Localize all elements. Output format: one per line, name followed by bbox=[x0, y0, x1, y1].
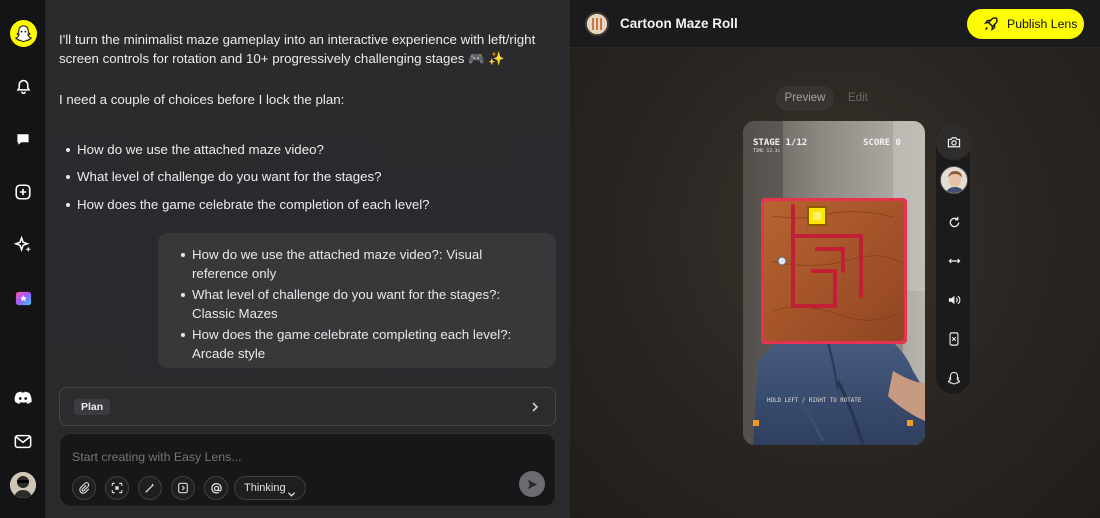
lens-studio-icon[interactable] bbox=[12, 287, 34, 309]
right-control-icon bbox=[907, 420, 913, 426]
rocket-icon bbox=[983, 16, 999, 35]
answer-1: How do we use the attached maze video?: … bbox=[174, 245, 542, 283]
question-1: How do we use the attached maze video? bbox=[59, 140, 549, 159]
tab-edit[interactable]: Edit bbox=[848, 86, 878, 111]
tab-preview[interactable]: Preview bbox=[776, 86, 834, 111]
at-icon[interactable] bbox=[204, 476, 228, 500]
snapchat-icon bbox=[947, 371, 961, 385]
thinking-dropdown[interactable]: Thinking bbox=[234, 476, 306, 500]
question-3: How does the game celebrate the completi… bbox=[59, 195, 549, 214]
preview-toolbar bbox=[935, 123, 972, 396]
hud-hint: HOLD LEFT / RIGHT TO ROTATE bbox=[767, 398, 862, 404]
plan-card[interactable]: Plan bbox=[59, 387, 556, 426]
scan-icon[interactable] bbox=[105, 476, 129, 500]
left-rail bbox=[0, 0, 46, 518]
snapchat-button[interactable] bbox=[936, 360, 972, 396]
audio-button[interactable] bbox=[936, 282, 972, 318]
face-avatar[interactable] bbox=[936, 162, 972, 198]
add-icon[interactable] bbox=[12, 181, 34, 203]
choices-text: I need a couple of choices before I lock… bbox=[59, 92, 345, 107]
hud-score: SCORE 0 bbox=[863, 138, 901, 148]
intro-text: I'll turn the minimalist maze gameplay i… bbox=[59, 32, 536, 66]
gif-icon[interactable] bbox=[171, 476, 195, 500]
project-header: Cartoon Maze Roll Publish Lens bbox=[570, 0, 1100, 48]
publish-label: Publish Lens bbox=[1007, 17, 1078, 31]
paperclip-icon[interactable] bbox=[72, 476, 96, 500]
plan-tag: Plan bbox=[74, 399, 111, 415]
device-button[interactable] bbox=[936, 321, 972, 357]
flip-button[interactable] bbox=[936, 243, 972, 279]
composer: Thinking bbox=[59, 433, 556, 507]
question-2: What level of challenge do you want for … bbox=[59, 167, 549, 186]
send-icon bbox=[527, 479, 537, 489]
send-button[interactable] bbox=[519, 471, 545, 497]
chevron-down-icon bbox=[287, 484, 296, 506]
hud-time: TIME 13.3s bbox=[753, 148, 780, 154]
magic-wand-icon[interactable] bbox=[138, 476, 162, 500]
sparkle-icon[interactable] bbox=[12, 234, 34, 256]
refresh-button[interactable] bbox=[936, 204, 972, 240]
camera-icon bbox=[947, 137, 961, 148]
flip-icon bbox=[948, 258, 960, 264]
snapchat-ghost-logo[interactable] bbox=[10, 20, 37, 47]
phone-icon bbox=[949, 332, 959, 346]
user-reply-bubble: How do we use the attached maze video?: … bbox=[158, 233, 556, 368]
preview-panel: Cartoon Maze Roll Publish Lens Preview E… bbox=[570, 0, 1100, 518]
answer-3: How does the game celebrate completing e… bbox=[174, 325, 542, 363]
app-window: I'll turn the minimalist maze gameplay i… bbox=[0, 0, 1100, 518]
camera-scene: STAGE 1/12 TIME 13.3s SCORE 0 HOLD LEFT … bbox=[743, 121, 925, 445]
answer-2: What level of challenge do you want for … bbox=[174, 285, 542, 323]
left-control-icon bbox=[753, 420, 759, 426]
phone-preview[interactable]: STAGE 1/12 TIME 13.3s SCORE 0 HOLD LEFT … bbox=[743, 121, 925, 445]
prompt-input[interactable] bbox=[72, 450, 472, 464]
user-avatar[interactable] bbox=[10, 472, 36, 498]
chat-icon[interactable] bbox=[12, 128, 34, 150]
project-avatar bbox=[585, 12, 609, 36]
mail-icon[interactable] bbox=[12, 430, 34, 452]
hud-stage: STAGE 1/12 bbox=[753, 138, 807, 148]
publish-lens-button[interactable]: Publish Lens bbox=[967, 9, 1084, 39]
project-title: Cartoon Maze Roll bbox=[620, 16, 738, 31]
camera-button[interactable] bbox=[936, 124, 972, 160]
chevron-right-icon bbox=[529, 400, 541, 414]
chat-panel: I'll turn the minimalist maze gameplay i… bbox=[46, 0, 570, 518]
discord-icon[interactable] bbox=[12, 387, 34, 409]
audio-icon bbox=[948, 295, 961, 305]
refresh-icon bbox=[949, 216, 959, 227]
thinking-label: Thinking bbox=[244, 482, 286, 494]
bell-icon[interactable] bbox=[12, 75, 34, 97]
